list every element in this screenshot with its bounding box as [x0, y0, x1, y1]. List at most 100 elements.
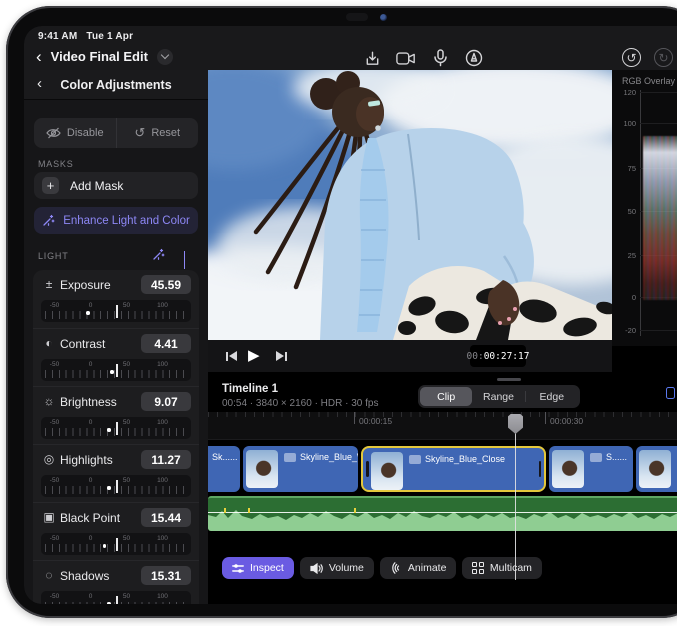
slider-value[interactable]: 9.07 — [141, 392, 191, 411]
slider-ruler[interactable]: -50 0 50 100 — [41, 359, 191, 381]
highlights-icon: ◎ — [42, 452, 56, 466]
volume-button[interactable]: Volume — [300, 557, 374, 579]
import-icon[interactable] — [362, 48, 382, 68]
skip-back-icon[interactable] — [226, 351, 237, 361]
rgb-overlay-scope: RGB Overlay 120 100 75 50 25 0 -20 — [612, 70, 677, 346]
slider-label: Contrast — [60, 337, 105, 351]
slider-value[interactable]: 4.41 — [141, 334, 191, 353]
shadows-icon: ◌ — [42, 568, 56, 582]
slider-ruler[interactable]: -50 0 50 100 — [41, 533, 191, 555]
back-chevron-icon[interactable]: ‹ — [36, 48, 42, 65]
timeline-clip[interactable]: Skyline_Blue_Wide — [243, 446, 358, 492]
status-bar: 9:41 AMTue 1 Apr — [38, 31, 133, 42]
timeline-clip-selected[interactable]: Skyline_Blue_Close — [361, 446, 546, 492]
clip-thumbnail — [371, 452, 403, 490]
play-icon[interactable]: ▶ — [248, 346, 260, 364]
slider-label: Exposure — [60, 278, 111, 292]
add-mask-button[interactable]: + Add Mask — [34, 172, 198, 199]
photo-icon — [409, 455, 421, 464]
ruler-tick-label: 50 — [123, 477, 130, 484]
slider-ruler[interactable]: -50 0 50 100 — [41, 591, 191, 604]
timeline-resize-handle[interactable] — [497, 378, 521, 381]
inspect-button[interactable]: Inspect — [222, 557, 294, 579]
front-camera-lens — [380, 14, 387, 21]
timeline-meta: 00:54 · 3840 × 2160 · HDR · 30 fps — [222, 398, 378, 409]
clip-thumbnail — [246, 450, 278, 488]
timecode-current: 00:27:17 — [484, 351, 530, 362]
slider-value[interactable]: 45.59 — [141, 275, 191, 294]
slider-ruler[interactable]: -50 0 50 100 — [41, 300, 191, 322]
light-sliders-group: ± Exposure 45.59 -50 0 50 100 ◐ — [33, 270, 199, 604]
contrast-icon: ◐ — [42, 336, 56, 350]
reset-label: Reset — [151, 127, 180, 139]
add-mask-label: Add Mask — [70, 179, 123, 193]
reset-button[interactable]: ↺ Reset — [117, 118, 199, 148]
disable-button[interactable]: Disable — [34, 118, 117, 148]
ipad-frame: 9:41 AMTue 1 Apr ‹ Video Final Edit — [6, 6, 677, 618]
light-section-header[interactable]: LIGHT — [24, 248, 208, 264]
tool-label: Volume — [329, 562, 364, 574]
inspect-sliders-icon — [232, 563, 244, 574]
video-preview-image — [208, 70, 612, 340]
scope-tick-label: 25 — [614, 251, 636, 260]
multicam-button[interactable]: Multicam — [462, 557, 542, 579]
scope-tick-label: -20 — [614, 326, 636, 335]
front-camera-module — [346, 13, 368, 21]
ruler-tick-label: 0 — [89, 593, 93, 600]
ruler-tick-label: -50 — [50, 535, 59, 542]
mode-edge[interactable]: Edge — [526, 387, 578, 406]
microphone-icon[interactable] — [430, 48, 450, 68]
volume-line[interactable] — [208, 512, 677, 513]
trim-handle-right[interactable] — [539, 461, 542, 477]
slider-ruler[interactable]: -50 0 50 100 — [41, 475, 191, 497]
tool-label: Multicam — [490, 562, 532, 574]
light-wand-icon[interactable] — [152, 248, 165, 261]
pencil-annotate-icon[interactable] — [464, 48, 484, 68]
plus-icon: + — [42, 177, 59, 194]
timeline-clip[interactable]: S...... — [549, 446, 633, 492]
timeline-ruler[interactable]: 00:00:15 00:00:30 — [208, 412, 677, 440]
trim-handle-left[interactable] — [366, 461, 369, 477]
ruler-tick-label: 0 — [89, 419, 93, 426]
enhance-light-color-button[interactable]: Enhance Light and Color — [34, 207, 198, 234]
top-bar: 9:41 AMTue 1 Apr ‹ Video Final Edit — [24, 26, 677, 70]
color-adjustments-panel: ‹ Color Adjustments Disable ↺ Reset MASK… — [24, 70, 208, 604]
animate-button[interactable]: Animate — [380, 557, 457, 579]
edit-mode-segmented-control: Clip Range Edge — [418, 385, 580, 408]
mode-range[interactable]: Range — [472, 387, 524, 406]
audio-track[interactable] — [208, 496, 677, 531]
brightness-icon: ☼ — [42, 394, 56, 408]
screen: 9:41 AMTue 1 Apr ‹ Video Final Edit — [24, 26, 677, 604]
ruler-tick-label: 50 — [123, 302, 130, 309]
photo-icon — [590, 453, 602, 462]
slider-label: Black Point — [60, 511, 120, 525]
slider-exposure: ± Exposure 45.59 -50 0 50 100 — [33, 270, 199, 328]
ruler-time-label: 00:00:30 — [550, 416, 583, 426]
timecode-display: 00:00:27:17 — [470, 345, 526, 367]
mode-clip[interactable]: Clip — [420, 387, 472, 406]
light-collapse-icon[interactable] — [184, 251, 185, 269]
timeline-clip[interactable] — [636, 446, 677, 492]
speaker-icon — [310, 563, 323, 574]
slider-ruler[interactable]: -50 0 50 100 — [41, 417, 191, 439]
timeline-clip[interactable]: Sk...... — [208, 446, 240, 492]
ruler-tick-label: 100 — [157, 302, 168, 309]
camera-icon[interactable] — [396, 48, 416, 68]
skip-forward-icon[interactable] — [276, 351, 287, 361]
project-title-dropdown-button[interactable] — [157, 49, 173, 65]
slider-value[interactable]: 11.27 — [141, 450, 191, 469]
masks-section-label: MASKS — [38, 159, 74, 169]
slider-value[interactable]: 15.44 — [141, 508, 191, 527]
timeline-title: Timeline 1 — [222, 383, 278, 395]
undo-icon[interactable]: ↺ — [622, 48, 641, 67]
panel-header: ‹ Color Adjustments — [24, 70, 208, 100]
video-preview[interactable] — [208, 70, 612, 340]
scope-tick-label: 100 — [614, 119, 636, 128]
disable-label: Disable — [67, 127, 104, 139]
project-title[interactable]: Video Final Edit — [51, 49, 148, 64]
page-background: 9:41 AMTue 1 Apr ‹ Video Final Edit — [0, 0, 677, 626]
timeline-options-icon[interactable] — [666, 387, 675, 399]
slider-value[interactable]: 15.31 — [141, 566, 191, 585]
ruler-tick-label: 100 — [157, 477, 168, 484]
slider-brightness: ☼ Brightness 9.07 -50 0 50 100 — [33, 386, 199, 444]
